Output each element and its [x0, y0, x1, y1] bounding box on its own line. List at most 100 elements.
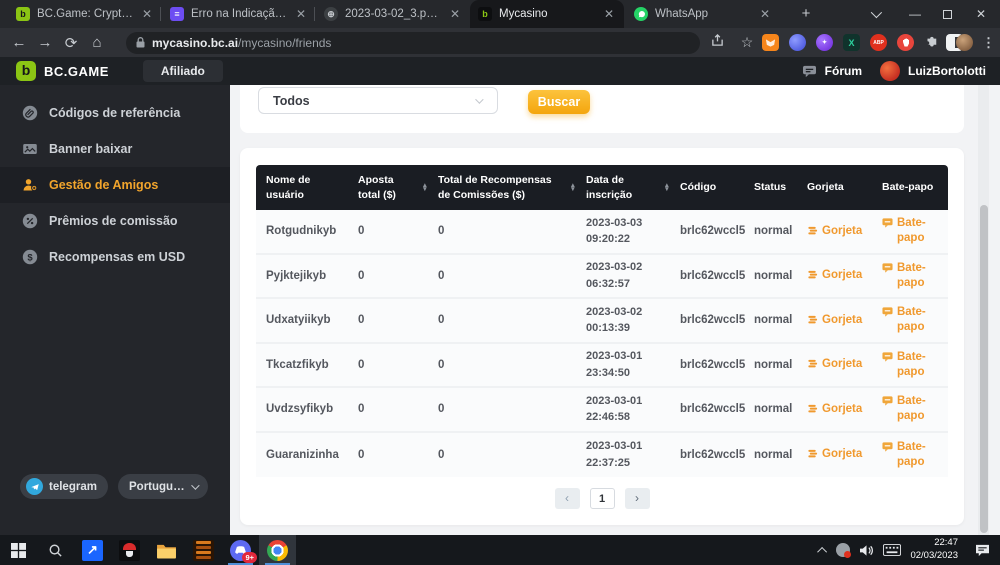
- signup-cell: 2023-03-0122:46:58: [576, 393, 670, 426]
- tab-close-icon[interactable]: ✕: [294, 7, 308, 21]
- username-cell: Tkcatzfikyb: [256, 359, 348, 371]
- tip-link[interactable]: Gorjeta: [807, 402, 872, 417]
- taskbar-chrome-icon[interactable]: [259, 535, 296, 565]
- tab-close-icon[interactable]: ✕: [602, 7, 616, 21]
- code-cell: brlc62wccl5: [670, 403, 744, 415]
- friend-type-select[interactable]: Todos: [258, 87, 498, 114]
- taskbar-game-app-icon[interactable]: [111, 535, 148, 565]
- share-icon[interactable]: [704, 34, 730, 51]
- friends-table-card: Nome de usuário Aposta total ($) ▲▼ Tota…: [240, 148, 964, 525]
- col-commission[interactable]: Total de Recompensas de Comissões ($) ▲▼: [428, 173, 576, 201]
- tip-link[interactable]: Gorjeta: [807, 357, 872, 372]
- browser-menu-icon[interactable]: ⋮: [982, 35, 995, 51]
- scrollbar-thumb[interactable]: [980, 205, 988, 533]
- chat-link[interactable]: Bate-papo: [882, 261, 940, 291]
- username-cell: Rotgudnikyb: [256, 225, 348, 237]
- forum-link[interactable]: Fórum: [825, 64, 862, 78]
- tip-link[interactable]: Gorjeta: [807, 268, 872, 283]
- sidebar-item-label: Códigos de referência: [49, 106, 180, 120]
- keyboard-icon[interactable]: [883, 544, 901, 556]
- purple-ext-icon[interactable]: ✦: [816, 34, 833, 51]
- tab-separator: [314, 7, 315, 21]
- tray-expand-icon[interactable]: [818, 546, 828, 556]
- address-bar[interactable]: mycasino.bc.ai/mycasino/friends: [126, 32, 700, 54]
- extensions-puzzle-icon[interactable]: [922, 34, 939, 51]
- sidebar-item-friends-management[interactable]: Gestão de Amigos: [0, 167, 230, 203]
- tab-search-chevron-icon[interactable]: [860, 0, 890, 28]
- taskbar-discord-icon[interactable]: 9+: [222, 535, 259, 565]
- bcgame-logo[interactable]: b: [16, 61, 36, 81]
- user-avatar[interactable]: [880, 61, 900, 81]
- chat-bubble-icon: [882, 395, 893, 406]
- signup-cell: 2023-03-0200:13:39: [576, 304, 670, 337]
- taskbar-logs-app-icon[interactable]: [185, 535, 222, 565]
- code-cell: brlc62wccl5: [670, 225, 744, 237]
- bet-cell: 0: [348, 270, 428, 282]
- taskbar-clock[interactable]: 22:47 02/03/2023: [910, 537, 958, 563]
- taskbar-amd-radeon-icon[interactable]: ↗: [74, 535, 111, 565]
- next-page-button[interactable]: ›: [625, 488, 650, 509]
- tip-link[interactable]: Gorjeta: [807, 447, 872, 462]
- tab-close-icon[interactable]: ✕: [758, 7, 772, 21]
- table-row: Rotgudnikyb 0 0 2023-03-0309:20:22 brlc6…: [256, 210, 948, 255]
- telegram-button[interactable]: telegram: [20, 474, 108, 499]
- col-bet-total[interactable]: Aposta total ($) ▲▼: [348, 173, 428, 201]
- metamask-icon[interactable]: [762, 34, 779, 51]
- language-selector[interactable]: Portugu…: [118, 474, 208, 499]
- tab-erro-indicacao[interactable]: ≡ Erro na Indicação - BC.Game ✕: [162, 0, 316, 28]
- tab-close-icon[interactable]: ✕: [140, 7, 154, 21]
- chat-link[interactable]: Bate-papo: [882, 350, 940, 380]
- home-icon[interactable]: ⌂: [84, 34, 110, 51]
- bet-cell: 0: [348, 403, 428, 415]
- table-row: Guaranizinha 0 0 2023-03-0122:37:25 brlc…: [256, 433, 948, 478]
- coins-icon: [807, 448, 818, 459]
- chat-link[interactable]: Bate-papo: [882, 305, 940, 335]
- forum-chat-icon: [802, 65, 817, 78]
- tab-close-icon[interactable]: ✕: [448, 7, 462, 21]
- taskbar-search-icon[interactable]: [37, 535, 74, 565]
- bet-cell: 0: [348, 314, 428, 326]
- browser-profile-avatar[interactable]: [956, 34, 973, 51]
- sidebar-item-banner-download[interactable]: Banner baixar: [0, 131, 230, 167]
- tab-whatsapp[interactable]: WhatsApp ✕: [626, 0, 780, 28]
- tab-bcgame[interactable]: b BC.Game: Crypto Casino Gam ✕: [8, 0, 162, 28]
- coins-icon: [807, 314, 818, 325]
- tab-png-image[interactable]: ⊕ 2023-03-02_3.png (1024×76 ✕: [316, 0, 470, 28]
- bookmark-star-icon[interactable]: ☆: [734, 34, 760, 51]
- sidebar-item-referral-codes[interactable]: Códigos de referência: [0, 95, 230, 131]
- adblock-plus-icon[interactable]: ABP: [870, 34, 887, 51]
- current-page[interactable]: 1: [590, 488, 615, 509]
- new-tab-button[interactable]: +: [795, 4, 817, 24]
- clock-date: 02/03/2023: [910, 550, 958, 561]
- excel-x-icon[interactable]: X: [843, 34, 860, 51]
- window-minimize-button[interactable]: —: [900, 0, 930, 28]
- back-icon[interactable]: ←: [6, 34, 32, 51]
- chat-link[interactable]: Bate-papo: [882, 394, 940, 424]
- stop-hand-icon[interactable]: [897, 34, 914, 51]
- reload-icon[interactable]: ⟳: [58, 34, 84, 52]
- wallet-blue-ext-icon[interactable]: [789, 34, 806, 51]
- chat-bubble-icon: [882, 306, 893, 317]
- page-scrollbar[interactable]: [978, 85, 989, 535]
- taskbar-file-explorer-icon[interactable]: [148, 535, 185, 565]
- window-close-button[interactable]: ✕: [966, 0, 996, 28]
- prev-page-button[interactable]: ‹: [555, 488, 580, 509]
- window-maximize-button[interactable]: [932, 0, 962, 28]
- volume-icon[interactable]: [859, 544, 874, 557]
- search-button[interactable]: Buscar: [528, 90, 590, 114]
- tab-mycasino-active[interactable]: b Mycasino ✕: [470, 0, 624, 28]
- sidebar-item-commission-rewards[interactable]: Prêmios de comissão: [0, 203, 230, 239]
- action-center-icon[interactable]: [975, 544, 990, 557]
- chevron-down-icon: [191, 481, 199, 489]
- sidebar-item-usd-rewards[interactable]: $ Recompensas em USD: [0, 239, 230, 275]
- user-name[interactable]: LuizBortolotti: [908, 64, 986, 78]
- forward-icon[interactable]: →: [32, 34, 58, 51]
- tray-recording-icon[interactable]: [836, 543, 850, 557]
- chat-link[interactable]: Bate-papo: [882, 216, 940, 246]
- start-button[interactable]: [0, 535, 37, 565]
- tip-link[interactable]: Gorjeta: [807, 313, 872, 328]
- col-signup-date[interactable]: Data de inscrição ▲▼: [576, 173, 670, 201]
- chat-link[interactable]: Bate-papo: [882, 440, 940, 470]
- affiliate-nav-button[interactable]: Afiliado: [143, 60, 223, 82]
- tip-link[interactable]: Gorjeta: [807, 224, 872, 239]
